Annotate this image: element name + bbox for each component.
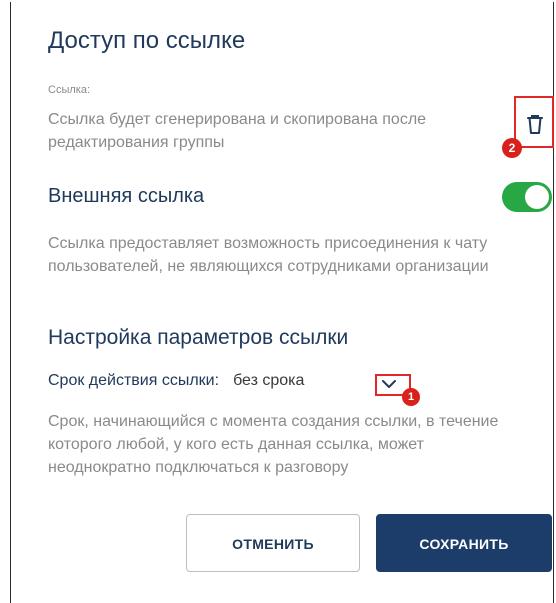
link-text: Ссылка будет сгенерирована и скопирована… — [48, 111, 427, 151]
toggle-knob — [525, 185, 549, 209]
chevron-down-icon[interactable] — [380, 377, 398, 391]
trash-icon[interactable] — [525, 113, 545, 135]
link-label: Ссылка: — [48, 84, 90, 96]
external-link-toggle[interactable] — [502, 182, 552, 212]
expiry-value[interactable]: без срока — [233, 372, 304, 389]
annotation-badge-1: 1 — [402, 388, 420, 406]
dialog-title: Доступ по ссылке — [48, 27, 246, 54]
cancel-button[interactable]: ОТМЕНИТЬ — [186, 514, 360, 572]
external-link-title: Внешняя ссылка — [48, 185, 205, 207]
expiry-description: Срок, начинающийся с момента создания сс… — [48, 413, 499, 476]
annotation-badge-2: 2 — [502, 138, 522, 158]
external-link-description: Ссылка предоставляет возможность присоед… — [48, 235, 489, 275]
save-button[interactable]: СОХРАНИТЬ — [376, 514, 552, 572]
expiry-label: Срок действия ссылки: — [48, 372, 220, 389]
dialog-frame — [10, 2, 554, 603]
link-settings-title: Настройка параметров ссылки — [48, 326, 349, 349]
expiry-row: Срок действия ссылки: без срока — [48, 372, 304, 390]
